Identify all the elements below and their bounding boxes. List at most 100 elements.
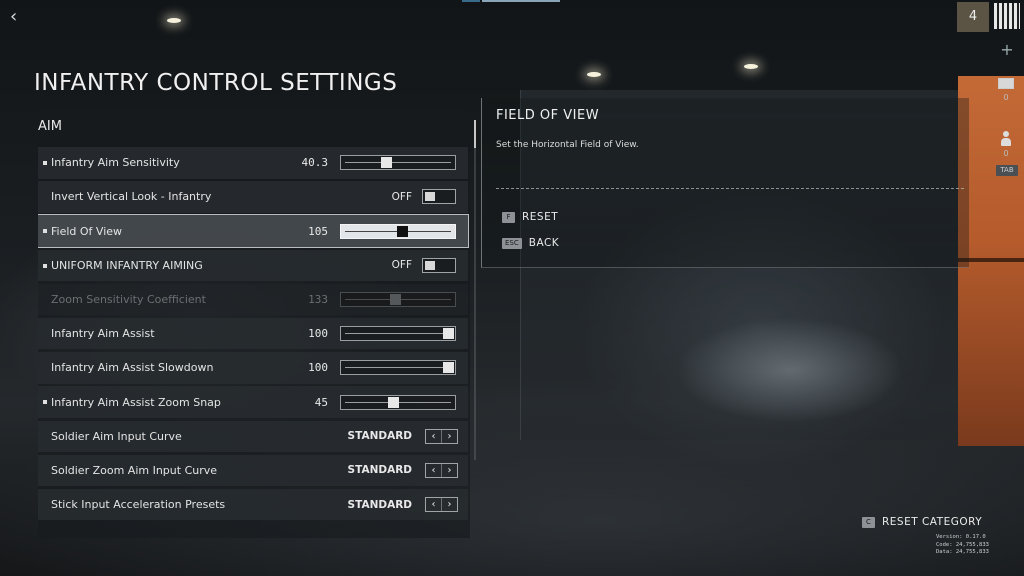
setting-slider[interactable] [340,155,456,171]
back-button[interactable]: ESC BACK [502,237,559,249]
toggle-knob [425,260,435,270]
setting-row[interactable]: UNIFORM INFANTRY AIMING OFF [38,249,468,282]
slider-thumb[interactable] [388,396,399,408]
top-tab-indicator [462,0,480,2]
setting-value: STANDARD [347,498,412,511]
tab-key-hint: TAB [996,165,1018,176]
mail-icon[interactable] [998,78,1014,89]
slider-track [345,367,451,369]
setting-value: 40.3 [301,156,329,170]
setting-value: 100 [308,361,328,375]
top-tab-indicator-active [482,0,560,2]
ceiling-lamp [167,18,181,23]
mail-count: 0 [1003,93,1009,102]
description-panel: FIELD OF VIEW Set the Horizontal Field o… [481,98,969,268]
setting-label: Soldier Zoom Aim Input Curve [51,463,218,477]
settings-list: Infantry Aim Sensitivity 40.3 Invert Verti… [38,147,469,523]
slider-track [345,333,451,335]
section-header: AIM [38,110,470,144]
reset-label: RESET [522,211,559,223]
reset-button[interactable]: F RESET [502,211,558,223]
setting-label: Infantry Aim Sensitivity [51,156,180,170]
setting-row[interactable]: Field Of View 105 [38,214,469,248]
reset-category-button[interactable]: C RESET CATEGORY [862,516,982,528]
squad-icon[interactable] [1000,131,1012,147]
setting-toggle[interactable] [422,189,456,205]
setting-label: Infantry Aim Assist [51,327,155,341]
slider-thumb [390,294,401,305]
reset-category-label: RESET CATEGORY [882,516,983,528]
back-arrow-icon[interactable]: ‹ [10,8,24,26]
chevron-right-icon[interactable]: › [442,498,457,511]
settings-scrollbar[interactable] [474,120,476,460]
description-divider [496,188,964,189]
setting-row[interactable]: Stick Input Acceleration Presets STANDARD… [38,488,468,521]
setting-value: STANDARD [347,464,412,477]
setting-row: Zoom Sensitivity Coefficient 133 [38,283,468,316]
setting-label: Infantry Aim Assist Slowdown [51,361,214,375]
squad-count: 0 [1003,149,1009,158]
ceiling-lamp [587,72,601,77]
data-text: Data: 24,755,833 [936,549,989,555]
setting-slider [340,292,456,307]
slider-thumb[interactable] [443,362,454,374]
setting-label: Soldier Aim Input Curve [51,429,182,443]
slider-thumb[interactable] [397,225,408,237]
setting-row[interactable]: Soldier Aim Input Curve STANDARD ‹ › [38,420,468,452]
chevron-left-icon[interactable]: ‹ [426,429,442,443]
ceiling-lamp [744,64,758,69]
setting-slider[interactable] [340,223,456,239]
setting-slider[interactable] [340,326,456,342]
setting-label: Zoom Sensitivity Coefficient [51,293,206,306]
setting-label: Infantry Aim Assist Zoom Snap [51,395,221,409]
player-level-badge[interactable]: 4 [957,2,989,32]
scrollbar-thumb[interactable] [474,120,476,148]
page-title: INFANTRY CONTROL SETTINGS [34,70,398,96]
plus-icon[interactable]: + [1000,40,1014,59]
description-text: Set the Horizontal Field of View. [496,140,639,150]
setting-row[interactable]: Infantry Aim Assist Slowdown 100 [38,352,468,384]
modified-indicator-icon [43,263,47,268]
setting-value: 100 [308,327,328,341]
setting-value: OFF [391,190,412,203]
setting-row[interactable]: Infantry Aim Assist 100 [38,317,468,350]
setting-toggle[interactable] [422,257,456,273]
setting-value: STANDARD [347,430,412,443]
setting-stepper[interactable]: ‹ › [425,462,458,478]
setting-value: 105 [308,224,328,238]
setting-row[interactable]: Invert Vertical Look - Infantry OFF [38,181,468,213]
toggle-knob [425,192,435,202]
setting-label: Stick Input Acceleration Presets [51,498,226,512]
chevron-left-icon[interactable]: ‹ [426,498,442,512]
settings-panel: AIM Infantry Aim Sensitivity 40.3 Invert V… [38,110,470,538]
setting-label: Invert Vertical Look - Infantry [51,190,212,204]
version-info: Version: 0.17.0 Code: 24,755,833 Data: 2… [936,534,989,557]
setting-value: 45 [314,395,328,409]
section-title: AIM [38,119,62,134]
chevron-right-icon[interactable]: › [442,430,457,443]
chevron-left-icon[interactable]: ‹ [426,463,442,477]
setting-value: OFF [391,259,412,272]
chevron-right-icon[interactable]: › [442,464,457,477]
version-text: Version: 0.17.0 [936,534,986,540]
player-avatar[interactable] [994,3,1020,29]
setting-stepper[interactable]: ‹ › [425,428,458,444]
slider-thumb[interactable] [381,157,392,169]
setting-slider[interactable] [340,360,456,376]
back-key-icon: ESC [502,237,522,249]
setting-label: UNIFORM INFANTRY AIMING [51,258,203,272]
reset-key-icon: F [502,211,515,223]
description-title: FIELD OF VIEW [496,108,600,123]
code-text: Code: 24,755,833 [936,541,989,548]
background-rock [660,300,960,440]
setting-value: 133 [308,293,328,306]
setting-slider[interactable] [340,394,456,410]
setting-row[interactable]: Infantry Aim Assist Zoom Snap 45 [38,386,468,418]
modified-indicator-icon [43,229,47,234]
back-label: BACK [528,237,560,249]
slider-thumb[interactable] [443,328,454,340]
modified-indicator-icon [43,161,47,165]
setting-row[interactable]: Soldier Zoom Aim Input Curve STANDARD ‹ › [38,454,468,487]
setting-stepper[interactable]: ‹ › [425,497,458,513]
setting-row[interactable]: Infantry Aim Sensitivity 40.3 [38,147,468,179]
